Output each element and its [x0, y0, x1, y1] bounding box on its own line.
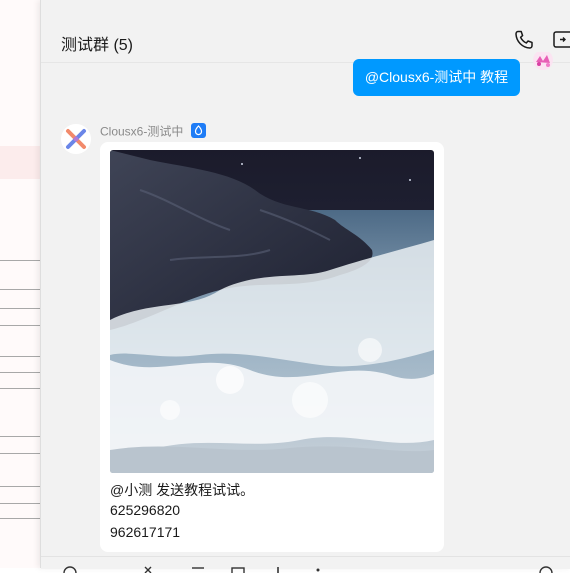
background-divider [0, 260, 42, 261]
background-window [0, 0, 42, 568]
sender-info: Clousx6-测试中 [100, 122, 206, 140]
message-text-line: @小测 发送教程试试。 [110, 482, 255, 498]
screen-share-icon[interactable] [552, 29, 570, 51]
background-divider [0, 308, 42, 309]
phone-icon[interactable] [513, 29, 535, 51]
my-avatar[interactable] [528, 52, 558, 72]
background-divider [0, 503, 42, 504]
message-text-line: 625296820 [110, 502, 181, 518]
message-text-line: 962617171 [110, 524, 181, 540]
chat-panel: 测试群 (5) @Clousx6-测试中 教程 Clousx6-测试中 @小测 … [40, 0, 570, 573]
background-divider [0, 356, 42, 357]
background-divider [0, 518, 42, 519]
history-icon[interactable] [539, 565, 553, 573]
mic-icon[interactable] [271, 565, 285, 573]
background-divider [0, 436, 42, 437]
background-highlight-row [0, 146, 42, 179]
background-divider [0, 325, 42, 326]
chat-header: 测试群 (5) [41, 0, 570, 63]
background-divider [0, 289, 42, 290]
sender-name[interactable]: Clousx6-测试中 [100, 124, 183, 138]
ocean-waves-photo[interactable] [110, 150, 434, 473]
input-toolbar [41, 556, 570, 573]
background-divider [0, 453, 42, 454]
admin-badge [190, 123, 206, 139]
more-icon[interactable] [311, 565, 325, 573]
incoming-message-bubble[interactable]: @小测 发送教程试试。 625296820 962617171 [100, 142, 444, 552]
sender-avatar[interactable] [61, 124, 91, 154]
image-icon[interactable] [231, 565, 245, 573]
folder-icon[interactable] [191, 565, 205, 573]
background-divider [0, 388, 42, 389]
background-divider [0, 372, 42, 373]
background-divider [0, 486, 42, 487]
outgoing-message-bubble[interactable]: @Clousx6-测试中 教程 [353, 59, 520, 96]
chat-title[interactable]: 测试群 (5) [61, 31, 133, 55]
emoji-icon[interactable] [63, 565, 77, 573]
scissors-icon[interactable] [141, 565, 155, 573]
